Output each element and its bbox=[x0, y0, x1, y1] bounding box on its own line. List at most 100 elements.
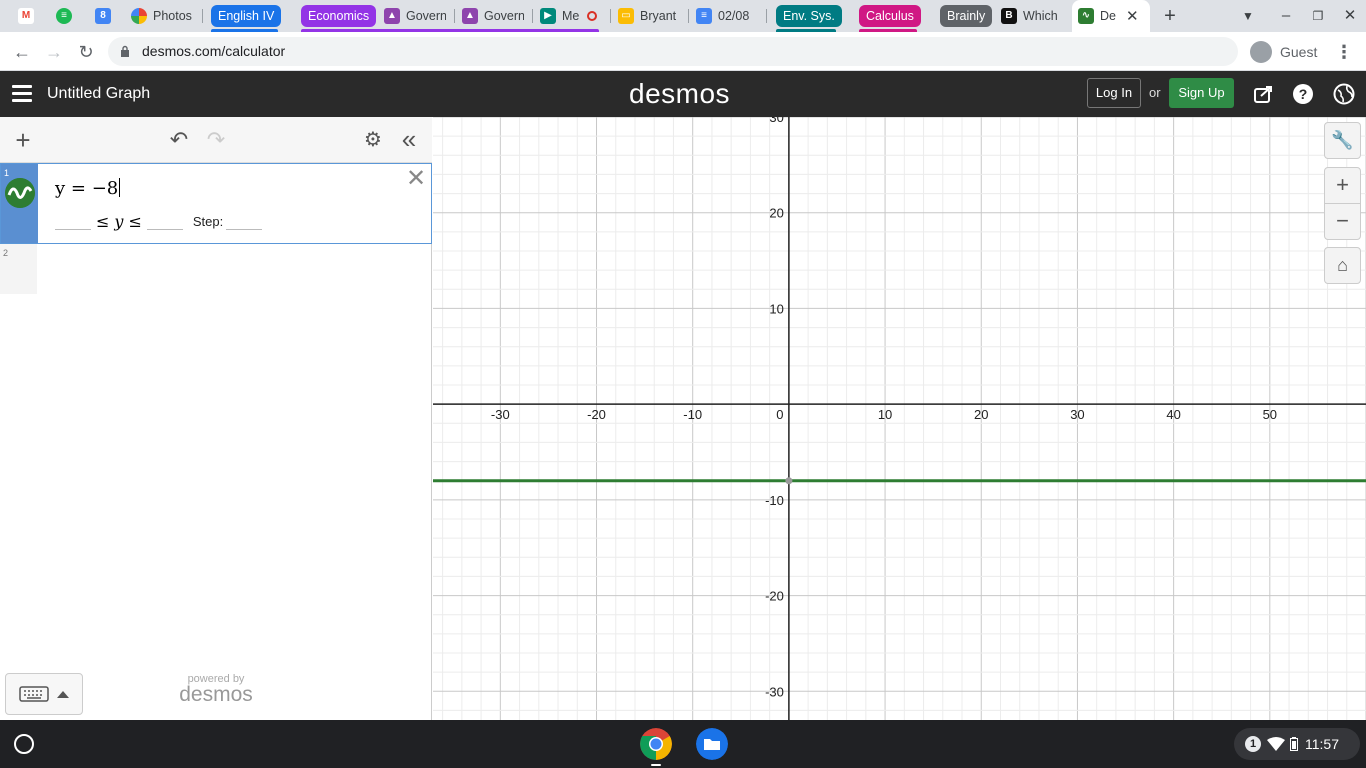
browser-menu-icon[interactable]: ⋮ bbox=[1332, 40, 1356, 64]
login-button[interactable]: Log In bbox=[1087, 78, 1141, 108]
x-tick-label: 50 bbox=[1263, 407, 1277, 422]
y-tick-label: -10 bbox=[765, 493, 784, 508]
text-cursor bbox=[119, 178, 121, 197]
reload-icon[interactable]: ↻ bbox=[74, 40, 98, 64]
x-tick-label: 10 bbox=[878, 407, 892, 422]
tab-calendar[interactable]: 8 bbox=[95, 4, 115, 28]
tab-close-icon[interactable]: ✕ bbox=[1126, 7, 1139, 25]
share-icon[interactable] bbox=[1253, 83, 1275, 105]
expression-latex: y = −8 bbox=[55, 178, 119, 199]
group-label: Calculus bbox=[866, 9, 914, 23]
y-intercept-point bbox=[785, 477, 793, 485]
status-tray[interactable]: 1 11:57 bbox=[1234, 728, 1360, 760]
tab-group-economics[interactable]: Economics bbox=[301, 5, 377, 27]
tab-group-calculus[interactable]: Calculus bbox=[859, 5, 921, 27]
group-label: Economics bbox=[308, 9, 370, 23]
gmail-icon: M bbox=[18, 8, 34, 24]
add-item-icon[interactable]: + bbox=[11, 127, 35, 153]
chrome-icon[interactable] bbox=[640, 728, 672, 760]
tab-classroom-2[interactable]: ▲ Govern bbox=[462, 4, 524, 28]
address-bar[interactable]: desmos.com/calculator bbox=[108, 37, 1238, 66]
graph-settings-wrench-icon[interactable]: 🔧 bbox=[1324, 122, 1361, 159]
tab-title: Me bbox=[562, 9, 580, 23]
tab-group-brainly[interactable]: Brainly bbox=[940, 5, 993, 27]
tab-spotify[interactable]: ≡ bbox=[56, 4, 76, 28]
tab-classroom-1[interactable]: ▲ Govern bbox=[384, 4, 446, 28]
tab-desmos-active[interactable]: ∿ De ✕ bbox=[1072, 0, 1150, 32]
launcher-icon[interactable] bbox=[14, 734, 34, 754]
group-label: English IV bbox=[218, 9, 275, 23]
slides-icon: ▭ bbox=[618, 8, 634, 24]
redo-icon[interactable]: ↷ bbox=[204, 128, 228, 152]
hamburger-menu-icon[interactable] bbox=[12, 85, 32, 103]
domain-min-input[interactable] bbox=[55, 214, 91, 230]
tab-separator bbox=[766, 9, 767, 23]
minimize-icon[interactable]: – bbox=[1276, 6, 1296, 26]
tab-separator bbox=[202, 9, 203, 23]
undo-icon[interactable]: ↶ bbox=[167, 128, 191, 152]
zoom-out-icon[interactable]: − bbox=[1324, 203, 1361, 240]
le-symbol: ≤ bbox=[96, 212, 110, 231]
window-close-icon[interactable]: ✕ bbox=[1340, 6, 1360, 26]
calendar-icon: 8 bbox=[95, 8, 111, 24]
graph-paper[interactable]: -30 -20 -10 0 10 20 30 40 50 30 20 10 -10 -20 -30 bbox=[433, 117, 1366, 720]
expression-index: 2 bbox=[3, 248, 9, 258]
x-tick-label: 0 bbox=[776, 407, 783, 422]
meet-icon: ▶ bbox=[540, 8, 556, 24]
curve-color-toggle-icon[interactable] bbox=[5, 178, 35, 208]
keypad-toggle-button[interactable] bbox=[5, 673, 83, 715]
expression-panel: + ↶ ↷ ⚙ « 1 y = −8 ✕ ≤ y ≤ Step: 2 power… bbox=[0, 117, 432, 720]
tab-gmail[interactable]: M bbox=[18, 4, 38, 28]
default-viewport-home-icon[interactable]: ⌂ bbox=[1324, 247, 1361, 284]
files-icon[interactable] bbox=[696, 728, 728, 760]
lock-icon bbox=[121, 45, 129, 57]
step-label: Step: bbox=[192, 214, 224, 229]
collapse-panel-icon[interactable]: « bbox=[397, 126, 421, 152]
powered-by-desmos: powered by desmos bbox=[176, 673, 256, 705]
tab-search-icon[interactable]: ▼ bbox=[1238, 6, 1258, 26]
tab-slides[interactable]: ▭ Bryant bbox=[618, 4, 680, 28]
new-tab-button[interactable]: + bbox=[1160, 6, 1180, 26]
step-input[interactable] bbox=[226, 214, 263, 230]
spotify-icon: ≡ bbox=[56, 8, 72, 24]
zoom-in-icon[interactable]: + bbox=[1324, 167, 1361, 204]
graph-title[interactable]: Untitled Graph bbox=[47, 85, 150, 103]
tab-brainly[interactable]: B Which bbox=[1001, 4, 1063, 28]
tab-separator bbox=[532, 9, 533, 23]
battery-icon bbox=[1290, 737, 1298, 751]
clock-time: 11:57 bbox=[1305, 736, 1339, 752]
tab-group-env-sys[interactable]: Env. Sys. bbox=[776, 5, 842, 27]
expression-item-empty[interactable]: 2 bbox=[0, 244, 432, 294]
tab-title: De bbox=[1100, 9, 1116, 23]
profile-button[interactable]: Guest bbox=[1248, 37, 1326, 66]
caret-up-icon bbox=[57, 691, 69, 698]
tab-photos[interactable]: Photos bbox=[131, 4, 195, 28]
domain-max-input[interactable] bbox=[146, 214, 183, 230]
delete-expression-icon[interactable]: ✕ bbox=[405, 167, 427, 191]
tab-docs[interactable]: ≡ 02/08 bbox=[696, 4, 758, 28]
help-icon[interactable]: ? bbox=[1292, 83, 1314, 105]
graph-canvas[interactable]: -30 -20 -10 0 10 20 30 40 50 30 20 10 -10 -20 -30 bbox=[433, 117, 1366, 720]
or-text: or bbox=[1149, 85, 1161, 100]
tab-title: Govern bbox=[406, 9, 446, 23]
tab-group-english-iv[interactable]: English IV bbox=[211, 5, 282, 27]
expression-gutter: 2 bbox=[0, 244, 37, 294]
group-label: Env. Sys. bbox=[783, 9, 835, 23]
classroom-icon: ▲ bbox=[462, 8, 478, 24]
language-globe-icon[interactable] bbox=[1333, 83, 1355, 105]
tab-title: Which bbox=[1023, 9, 1058, 23]
signup-button[interactable]: Sign Up bbox=[1169, 78, 1234, 108]
expression-item[interactable]: 1 y = −8 ✕ ≤ y ≤ Step: bbox=[0, 163, 432, 244]
settings-gear-icon[interactable]: ⚙ bbox=[361, 128, 385, 152]
expression-math-input[interactable]: y = −8 bbox=[55, 178, 121, 199]
tab-meet[interactable]: ▶ Me bbox=[540, 4, 602, 28]
tab-separator bbox=[610, 9, 611, 23]
forward-icon[interactable]: → bbox=[42, 40, 66, 64]
svg-text:?: ? bbox=[1299, 86, 1308, 102]
x-tick-label: -10 bbox=[683, 407, 702, 422]
desmos-header: Untitled Graph desmos Log In or Sign Up … bbox=[0, 71, 1366, 117]
domain-variable: y bbox=[114, 212, 124, 231]
restore-icon[interactable]: ❐ bbox=[1308, 6, 1328, 26]
back-icon[interactable]: ← bbox=[10, 40, 34, 64]
x-tick-label: -20 bbox=[587, 407, 606, 422]
